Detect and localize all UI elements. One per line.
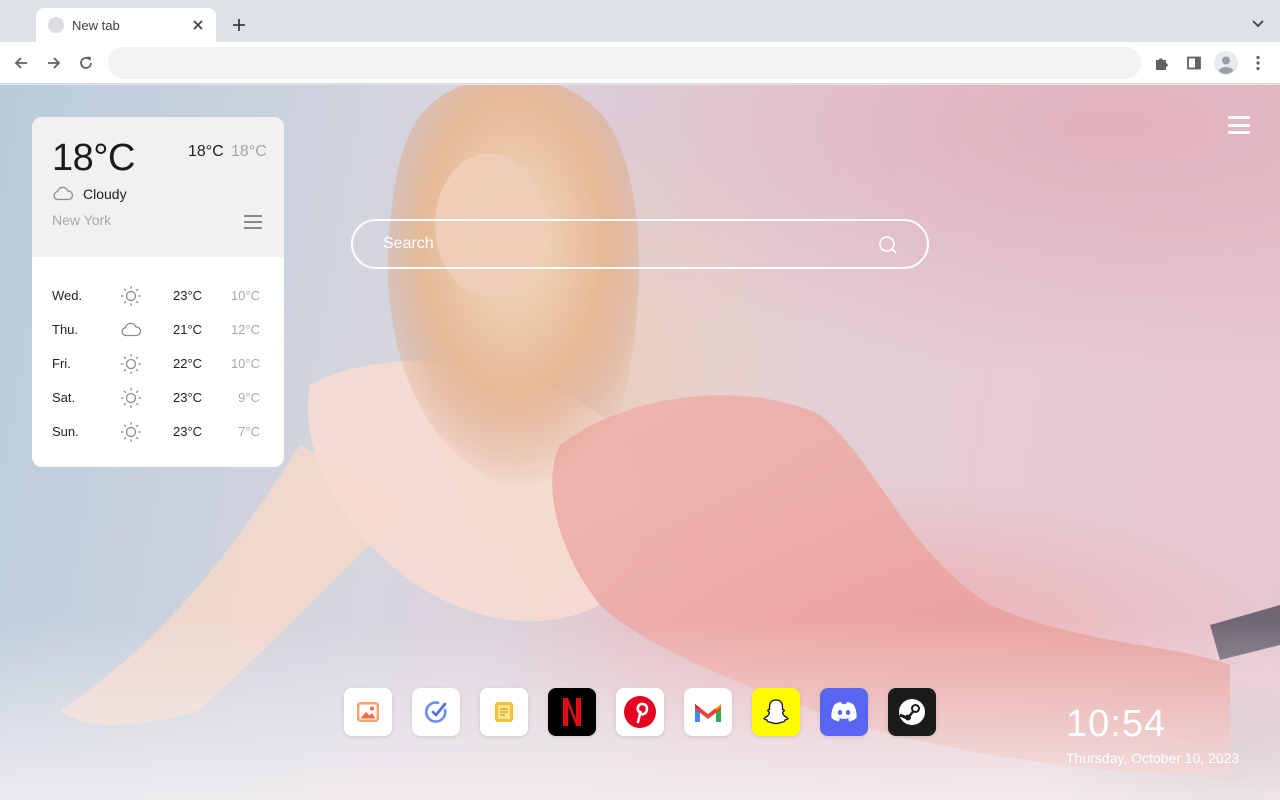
snapchat-shortcut[interactable] <box>752 688 800 736</box>
gmail-shortcut[interactable] <box>684 688 732 736</box>
forecast-day: Sun. <box>52 424 79 439</box>
image-icon <box>357 702 379 722</box>
weather-widget: 18°C 18°C 18°C Cloudy New York Wed. 23°C… <box>32 117 284 467</box>
extensions-puzzle-icon[interactable] <box>1151 52 1173 74</box>
forecast-row: Sat. 23°C 9°C <box>32 381 284 415</box>
gallery-shortcut[interactable] <box>344 688 392 736</box>
weather-city: New York <box>52 212 112 228</box>
tab-favicon-icon <box>48 17 64 33</box>
tab-strip: New tab <box>0 0 1280 42</box>
cloud-icon <box>53 186 74 201</box>
pinterest-icon <box>624 696 656 728</box>
sun-icon <box>121 286 141 306</box>
weather-current: 18°C 18°C 18°C Cloudy New York <box>32 117 284 257</box>
address-input[interactable] <box>124 55 1125 71</box>
new-tab-plus-icon[interactable] <box>228 14 250 36</box>
search-input[interactable] <box>383 221 863 267</box>
tab-title: New tab <box>72 17 120 33</box>
check-circle-icon <box>424 701 447 723</box>
new-tab-page: 18°C 18°C 18°C Cloudy New York Wed. 23°C… <box>0 85 1280 800</box>
clock-time: 10:54 <box>1066 703 1167 745</box>
forecast-high: 21°C <box>173 322 203 337</box>
weather-forecast: Wed. 23°C 10°C Thu. 21°C 12°C Fri. 22°C … <box>32 257 284 449</box>
forecast-low: 9°C <box>238 390 260 405</box>
app-dock <box>344 688 936 736</box>
sun-icon <box>121 388 141 408</box>
netflix-shortcut[interactable] <box>548 688 596 736</box>
forecast-high: 23°C <box>173 424 203 439</box>
side-panel-icon[interactable] <box>1183 52 1205 74</box>
weather-menu-icon[interactable] <box>244 215 262 229</box>
discord-shortcut[interactable] <box>820 688 868 736</box>
netflix-icon <box>563 698 581 726</box>
tab-search-chevron-down-icon[interactable] <box>1248 14 1268 34</box>
snapchat-icon <box>763 699 789 725</box>
forecast-day: Wed. <box>52 288 83 303</box>
forecast-low: 10°C <box>230 288 260 303</box>
weather-condition: Cloudy <box>83 186 127 202</box>
notes-icon <box>495 702 513 722</box>
forecast-low: 10°C <box>230 356 260 371</box>
tasks-shortcut[interactable] <box>412 688 460 736</box>
forecast-row: Thu. 21°C 12°C <box>32 313 284 347</box>
forecast-day: Sat. <box>52 390 76 405</box>
today-high-temp: 18°C <box>188 143 224 160</box>
tab-close-icon[interactable] <box>190 17 206 33</box>
forecast-low: 12°C <box>230 322 260 337</box>
notes-shortcut[interactable] <box>480 688 528 736</box>
reload-icon[interactable] <box>75 52 97 74</box>
profile-icon[interactable] <box>1213 50 1239 76</box>
gmail-icon <box>695 704 721 722</box>
forecast-high: 22°C <box>173 356 203 371</box>
forecast-low: 7°C <box>238 424 260 439</box>
pinterest-shortcut[interactable] <box>616 688 664 736</box>
steam-shortcut[interactable] <box>888 688 936 736</box>
forecast-day: Thu. <box>52 322 79 337</box>
steam-icon <box>899 699 925 725</box>
today-low-temp: 18°C <box>231 143 267 160</box>
forecast-high: 23°C <box>173 390 203 405</box>
forecast-row: Fri. 22°C 10°C <box>32 347 284 381</box>
cloud-icon <box>121 322 142 337</box>
back-arrow-icon[interactable] <box>10 52 32 74</box>
clock-date: Thursday, October 10, 2023 <box>1066 750 1240 766</box>
page-menu-hamburger-icon[interactable] <box>1228 116 1250 134</box>
forecast-high: 23°C <box>173 288 203 303</box>
sun-icon <box>121 354 141 374</box>
forward-arrow-icon[interactable] <box>43 52 65 74</box>
forecast-row: Sun. 23°C 7°C <box>32 415 284 449</box>
address-bar[interactable] <box>108 47 1141 79</box>
forecast-row: Wed. 23°C 10°C <box>32 279 284 313</box>
sun-icon <box>121 422 141 442</box>
tab-new-tab[interactable]: New tab <box>36 8 216 42</box>
discord-icon <box>831 702 857 722</box>
browser-toolbar <box>0 42 1280 84</box>
search-icon[interactable] <box>877 234 899 256</box>
kebab-menu-icon[interactable] <box>1247 52 1269 74</box>
search-box[interactable] <box>351 219 929 269</box>
current-temperature: 18°C <box>52 137 135 179</box>
forecast-day: Fri. <box>52 356 71 371</box>
